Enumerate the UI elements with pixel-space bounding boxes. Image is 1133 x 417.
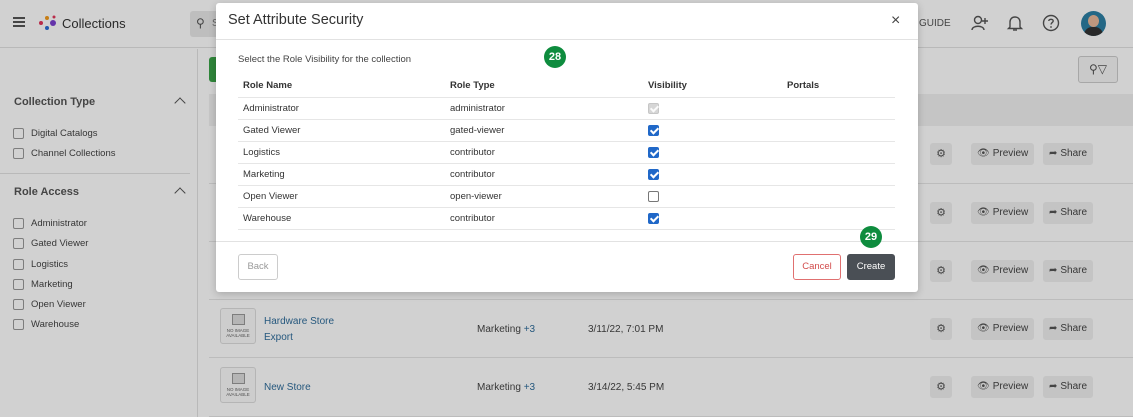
divider — [216, 39, 918, 40]
role-name: Administrator — [243, 103, 299, 114]
visibility-checkbox[interactable] — [648, 169, 659, 180]
visibility-checkbox — [648, 103, 659, 114]
back-button[interactable]: Back — [238, 254, 278, 280]
role-row: Marketing contributor — [238, 164, 895, 186]
cancel-button[interactable]: Cancel — [793, 254, 841, 280]
role-type: contributor — [450, 213, 495, 224]
role-name: Warehouse — [243, 213, 292, 224]
role-row: Open Viewer open-viewer — [238, 186, 895, 208]
dialog-subtitle: Select the Role Visibility for the colle… — [238, 54, 412, 65]
visibility-checkbox[interactable] — [648, 213, 659, 224]
visibility-checkbox[interactable] — [648, 125, 659, 136]
set-attribute-security-dialog: Set Attribute Security × Select the Role… — [216, 3, 918, 292]
column-header: Visibility — [648, 80, 687, 91]
role-type: contributor — [450, 169, 495, 180]
role-name: Marketing — [243, 169, 285, 180]
role-name: Logistics — [243, 147, 280, 158]
role-type: gated-viewer — [450, 125, 505, 136]
role-row: Logistics contributor — [238, 142, 895, 164]
role-name: Open Viewer — [243, 191, 298, 202]
column-header: Role Name — [243, 80, 293, 91]
role-row: Administrator administrator — [238, 98, 895, 120]
create-button[interactable]: Create — [847, 254, 895, 280]
step-badge: 28 — [544, 46, 566, 68]
visibility-checkbox[interactable] — [648, 147, 659, 158]
role-type: open-viewer — [450, 191, 502, 202]
close-icon[interactable]: × — [891, 12, 900, 30]
role-name: Gated Viewer — [243, 125, 301, 136]
column-header: Role Type — [450, 80, 495, 91]
step-badge: 29 — [860, 226, 882, 248]
visibility-checkbox[interactable] — [648, 191, 659, 202]
divider — [216, 241, 918, 242]
role-type: contributor — [450, 147, 495, 158]
dialog-title: Set Attribute Security — [228, 12, 364, 28]
role-type: administrator — [450, 103, 505, 114]
role-row: Warehouse contributor — [238, 208, 895, 230]
column-header: Portals — [787, 80, 820, 91]
role-row: Gated Viewer gated-viewer — [238, 120, 895, 142]
table-header-row: Role Name Role Type Visibility Portals — [238, 74, 895, 98]
